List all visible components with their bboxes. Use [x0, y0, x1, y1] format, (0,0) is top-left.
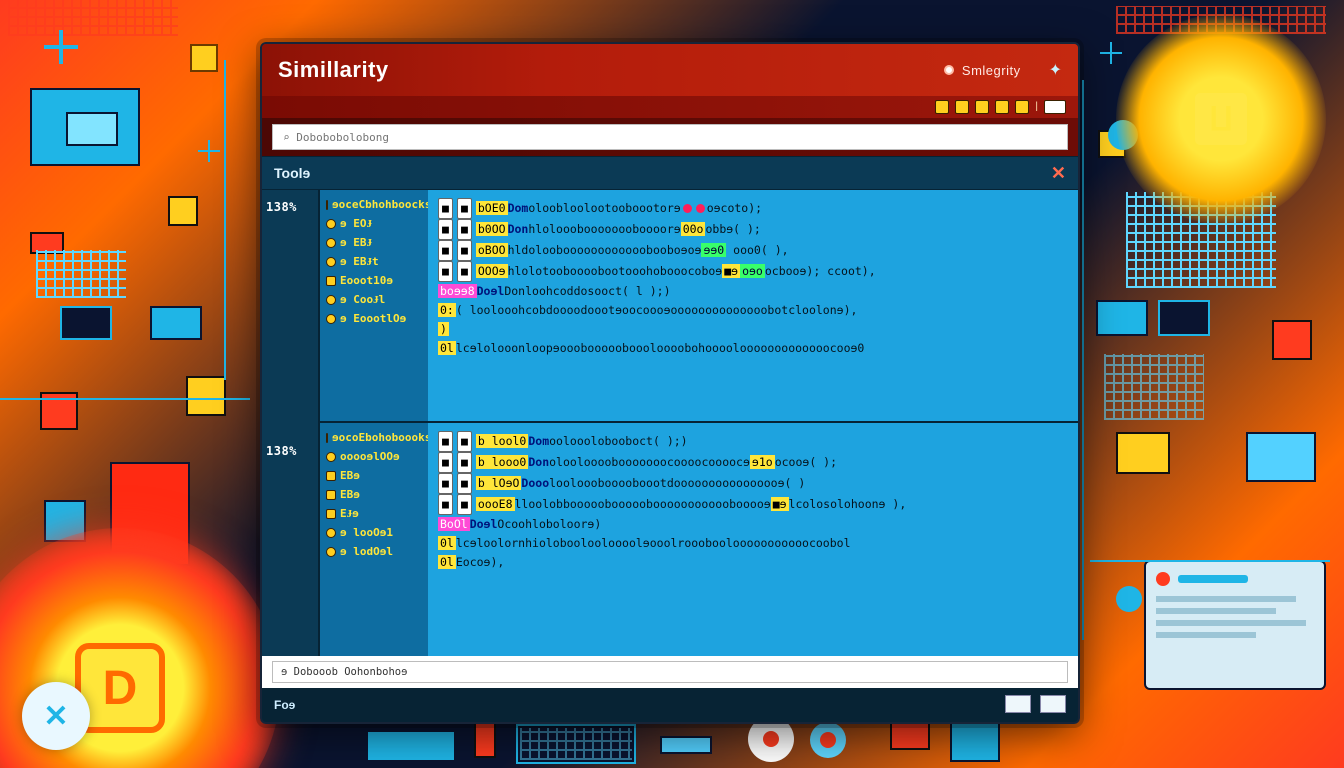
gutter-item: ɘ CooɈl — [326, 293, 422, 306]
search-row — [262, 118, 1078, 156]
footer-bar: Foɘ — [262, 688, 1078, 722]
close-chip-icon: ✕ — [22, 682, 90, 750]
code-line: ■■OOOɘhlolotooboooobootooohobooocoboɘ■ɘo… — [438, 261, 1068, 282]
similarity-percent: 138% — [266, 444, 314, 458]
code-line: ■■bOE0Domoloobloolootooboootorɘoɘcoto); — [438, 198, 1068, 219]
code-line: ) — [438, 320, 1068, 339]
code-pane: ■■b lool0Domoolooolobooboct( );)■■b looo… — [428, 423, 1078, 656]
gutter-item: ɘ EOɈ — [326, 217, 422, 230]
line-gutter: ɘoceCbhohboocks ɘ EOɈ ɘ EBɈ ɘ EBɈt Eooot10ɘ ɘ… — [320, 190, 428, 421]
footer-label: Foɘ — [274, 698, 295, 712]
code-line: 0lEocoɘ), — [438, 553, 1068, 572]
badge-separator: | — [1035, 100, 1038, 114]
peer-indicator: Smlegrity — [944, 63, 1021, 78]
similarity-window: Simillarity Smlegrity ✦ | Toolɘ ✕ 138% 1… — [260, 42, 1080, 724]
badge-bar: | — [262, 96, 1078, 118]
code-line: ■■b0OODonhloloooboooooooboooorɘ00oobbɘ( … — [438, 219, 1068, 240]
gutter-item: ɘ lodOɘl — [326, 545, 422, 558]
line-gutter: ɘocoEbohoboooks ooooɘlOOɘ EBɘ EBɘ EɈɘ ɘ looOɘ… — [320, 423, 428, 656]
gutter-item: Eooot10ɘ — [326, 274, 422, 287]
gutter-header: ɘoceCbhohboocks — [326, 198, 422, 211]
footer-button[interactable] — [1040, 695, 1066, 713]
gutter-item: EɈɘ — [326, 507, 422, 520]
badge-chip-wide — [1044, 100, 1066, 114]
similarity-percent-column: 138% 138% — [262, 190, 320, 656]
search-input[interactable] — [272, 124, 1068, 150]
gutter-item: EBɘ — [326, 488, 422, 501]
similarity-percent: 138% — [266, 200, 314, 214]
code-line: 0llcɘlolooonloopɘoooboooooboooloooobohoo… — [438, 339, 1068, 358]
code-line: ■■b looo0Donolooloooobooooooocoooocooooc… — [438, 452, 1068, 473]
gutter-item: EBɘ — [326, 469, 422, 482]
gutter-item: ɘ looOɘ1 — [326, 526, 422, 539]
tab-row: Toolɘ ✕ — [262, 156, 1078, 190]
code-line: 0llcɘloolornhioloboolooloooolɘooolrooobo… — [438, 534, 1068, 553]
status-row: ɘ Dobooob Oohonbohoɘ — [262, 656, 1078, 688]
tab-close-icon[interactable]: ✕ — [1051, 163, 1066, 184]
code-line: 0:( loolooohcobdoooodoootɘoocoooɘooooooo… — [438, 301, 1068, 320]
code-line: boɘɘ8DoɘlDonloohcoddosooct( l );) — [438, 282, 1068, 301]
compare-block: ɘocoEbohoboooks ooooɘlOOɘ EBɘ EBɘ EɈɘ ɘ looOɘ… — [320, 423, 1078, 656]
code-line: ■■oBOOhldolooboooooooooooobooboɘoɘɘɘ0 oo… — [438, 240, 1068, 261]
badge-chip — [935, 100, 949, 114]
gutter-item: ɘ EBɈ — [326, 236, 422, 249]
code-line: BoOlDoɘlOcoohloboloorɘ) — [438, 515, 1068, 534]
tab-label[interactable]: Toolɘ — [274, 165, 310, 181]
gutter-header: ɘocoEbohoboooks — [326, 431, 422, 444]
badge-chip — [1015, 100, 1029, 114]
code-line: ■■b lOɘODoooloolooobooooboootdoooooooooo… — [438, 473, 1068, 494]
sparkle-icon: ✦ — [1049, 60, 1062, 80]
code-pane: ■■bOE0Domoloobloolootooboootorɘoɘcoto);■… — [428, 190, 1078, 421]
badge-chip — [975, 100, 989, 114]
status-dot-icon — [944, 65, 954, 75]
compare-panes: 138% 138% ɘoceCbhohboocks ɘ EOɈ ɘ EBɈ ɘ EBɈ… — [262, 190, 1078, 656]
gutter-item: ɘ EoootlOɘ — [326, 312, 422, 325]
glyph-badge-top-right: ⵡ — [1116, 14, 1326, 224]
peer-label: Smlegrity — [962, 63, 1021, 78]
title-bar: Simillarity Smlegrity ✦ — [262, 44, 1078, 96]
badge-chip — [995, 100, 1009, 114]
code-line: ■■b lool0Domoolooolobooboct( );) — [438, 431, 1068, 452]
footer-button[interactable] — [1005, 695, 1031, 713]
gutter-item: ɘ EBɈt — [326, 255, 422, 268]
status-text: ɘ Dobooob Oohonbohoɘ — [272, 661, 1068, 683]
gutter-item: ooooɘlOOɘ — [326, 450, 422, 463]
app-title: Simillarity — [278, 57, 389, 83]
compare-block: ɘoceCbhohboocks ɘ EOɈ ɘ EBɈ ɘ EBɈt Eooot10ɘ ɘ… — [320, 190, 1078, 423]
badge-chip — [955, 100, 969, 114]
code-line: ■■oooE8lloolobbooooobooooobooooooooooobo… — [438, 494, 1068, 515]
